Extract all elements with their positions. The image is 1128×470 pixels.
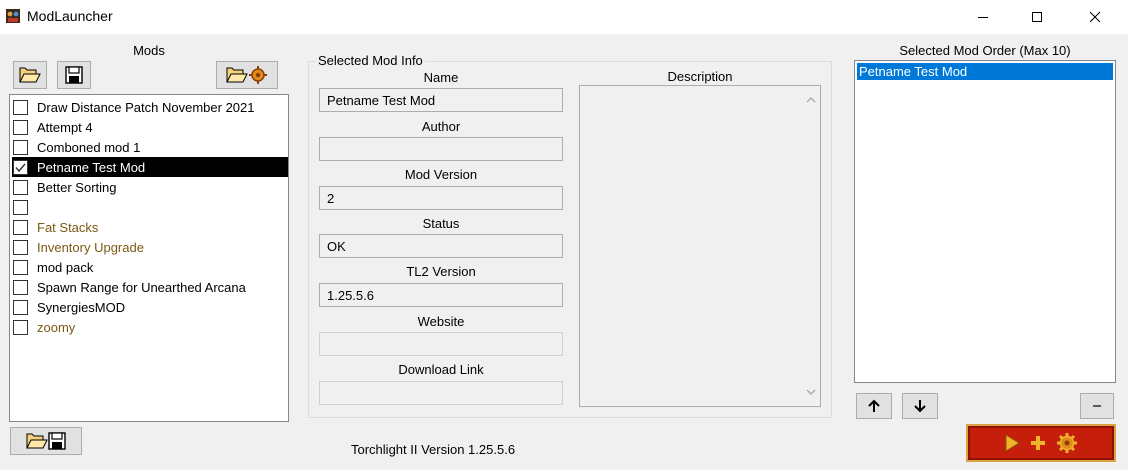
- play-icon: [1005, 434, 1020, 452]
- mod-checkbox[interactable]: [13, 199, 28, 215]
- maximize-icon: [1032, 12, 1042, 22]
- window-title: ModLauncher: [27, 8, 113, 24]
- mods-list[interactable]: Draw Distance Patch November 2021 Attempt…: [9, 94, 289, 422]
- move-up-button[interactable]: [856, 393, 892, 419]
- description-scrollbar[interactable]: [803, 86, 820, 406]
- author-field[interactable]: [319, 137, 563, 161]
- folder-save-icon: [26, 432, 66, 450]
- folder-gear-icon: [226, 66, 267, 84]
- mod-checkbox[interactable]: [13, 139, 28, 155]
- mod-name: mod pack: [37, 259, 94, 275]
- mod-checkbox[interactable]: [13, 99, 28, 115]
- arrow-up-icon: [868, 399, 880, 412]
- save-mod-button[interactable]: [57, 61, 91, 89]
- open-folder-icon: [19, 67, 41, 83]
- order-list-item[interactable]: Petname Test Mod: [857, 63, 1113, 80]
- maximize-button[interactable]: [1014, 0, 1060, 34]
- description-label: Description: [667, 69, 733, 84]
- mod-list-item[interactable]: Fat Stacks: [12, 217, 288, 237]
- status-label: Status: [422, 216, 460, 231]
- mod-list-item[interactable]: SynergiesMOD: [12, 297, 288, 317]
- app-icon: [6, 9, 20, 23]
- load-save-profile-button[interactable]: [10, 427, 82, 455]
- mod-list-item[interactable]: Better Sorting: [12, 177, 288, 197]
- mod-list-item[interactable]: Spawn Range for Unearthed Arcana: [12, 277, 288, 297]
- launch-game-button[interactable]: [966, 424, 1116, 462]
- arrow-down-icon: [914, 400, 926, 413]
- mod-name: SynergiesMOD: [37, 299, 126, 315]
- mod-name: Draw Distance Patch November 2021: [37, 99, 255, 115]
- website-field[interactable]: [319, 332, 563, 356]
- close-button[interactable]: [1072, 0, 1118, 34]
- mod-name: Attempt 4: [37, 119, 93, 135]
- mod-name: zoomy: [37, 319, 76, 335]
- floppy-save-icon: [65, 66, 83, 84]
- download-link-field[interactable]: [319, 381, 563, 405]
- gear-icon: [1057, 433, 1077, 453]
- mod-version-field[interactable]: 2: [319, 186, 563, 210]
- title-bar: ModLauncher: [0, 0, 1128, 34]
- close-icon: [1089, 11, 1101, 23]
- tl2-version-label: TL2 Version: [406, 264, 476, 279]
- minus-icon: [1093, 405, 1101, 407]
- mod-list-item[interactable]: [12, 197, 288, 217]
- mod-name: Inventory Upgrade: [37, 239, 144, 255]
- mod-order-title: Selected Mod Order (Max 10): [899, 43, 1071, 58]
- mod-name: Better Sorting: [37, 179, 117, 195]
- mod-name: Petname Test Mod: [37, 159, 146, 175]
- mod-list-item[interactable]: Inventory Upgrade: [12, 237, 288, 257]
- mod-list-item[interactable]: Draw Distance Patch November 2021: [12, 97, 288, 117]
- minimize-icon: [978, 17, 988, 18]
- client-area: Mods Draw Distance Patch November 2021 At…: [0, 34, 1128, 470]
- mod-folder-settings-button[interactable]: [216, 61, 278, 89]
- checkmark-icon: [15, 163, 26, 172]
- mod-list-item[interactable]: mod pack: [12, 257, 288, 277]
- status-field[interactable]: OK: [319, 234, 563, 258]
- tl2-version-field[interactable]: 1.25.5.6: [319, 283, 563, 307]
- website-label: Website: [417, 314, 465, 329]
- mod-list-item[interactable]: zoomy: [12, 317, 288, 337]
- description-box[interactable]: [579, 85, 821, 407]
- mod-list-item[interactable]: Petname Test Mod: [12, 157, 288, 177]
- remove-button[interactable]: [1080, 393, 1114, 419]
- mod-name: Fat Stacks: [37, 219, 99, 235]
- game-version-text: Torchlight II Version 1.25.5.6: [351, 442, 516, 457]
- download-link-label: Download Link: [398, 362, 484, 377]
- mod-checkbox[interactable]: [13, 279, 28, 295]
- author-label: Author: [421, 119, 461, 134]
- scroll-up-icon[interactable]: [806, 96, 816, 104]
- mod-name: Spawn Range for Unearthed Arcana: [37, 279, 246, 295]
- mod-info-title: Selected Mod Info: [316, 53, 425, 68]
- mods-title: Mods: [133, 43, 165, 58]
- open-mod-button[interactable]: [13, 61, 47, 89]
- mod-checkbox[interactable]: [13, 299, 28, 315]
- mod-checkbox[interactable]: [13, 259, 28, 275]
- name-field[interactable]: Petname Test Mod: [319, 88, 563, 112]
- mod-list-item[interactable]: Comboned mod 1: [12, 137, 288, 157]
- move-down-button[interactable]: [902, 393, 938, 419]
- minimize-button[interactable]: [960, 0, 1006, 34]
- mod-name: Comboned mod 1: [37, 139, 141, 155]
- mod-checkbox[interactable]: [13, 319, 28, 335]
- mod-checkbox[interactable]: [13, 239, 28, 255]
- mod-order-list[interactable]: Petname Test Mod: [854, 60, 1116, 383]
- plus-icon: [1031, 436, 1045, 450]
- mod-list-item[interactable]: Attempt 4: [12, 117, 288, 137]
- mod-checkbox[interactable]: [13, 179, 28, 195]
- mod-checkbox[interactable]: [13, 219, 28, 235]
- mod-checkbox[interactable]: [13, 159, 28, 175]
- scroll-down-icon[interactable]: [806, 388, 816, 396]
- name-label: Name: [423, 70, 459, 85]
- mod-checkbox[interactable]: [13, 119, 28, 135]
- mod-version-label: Mod Version: [404, 167, 478, 182]
